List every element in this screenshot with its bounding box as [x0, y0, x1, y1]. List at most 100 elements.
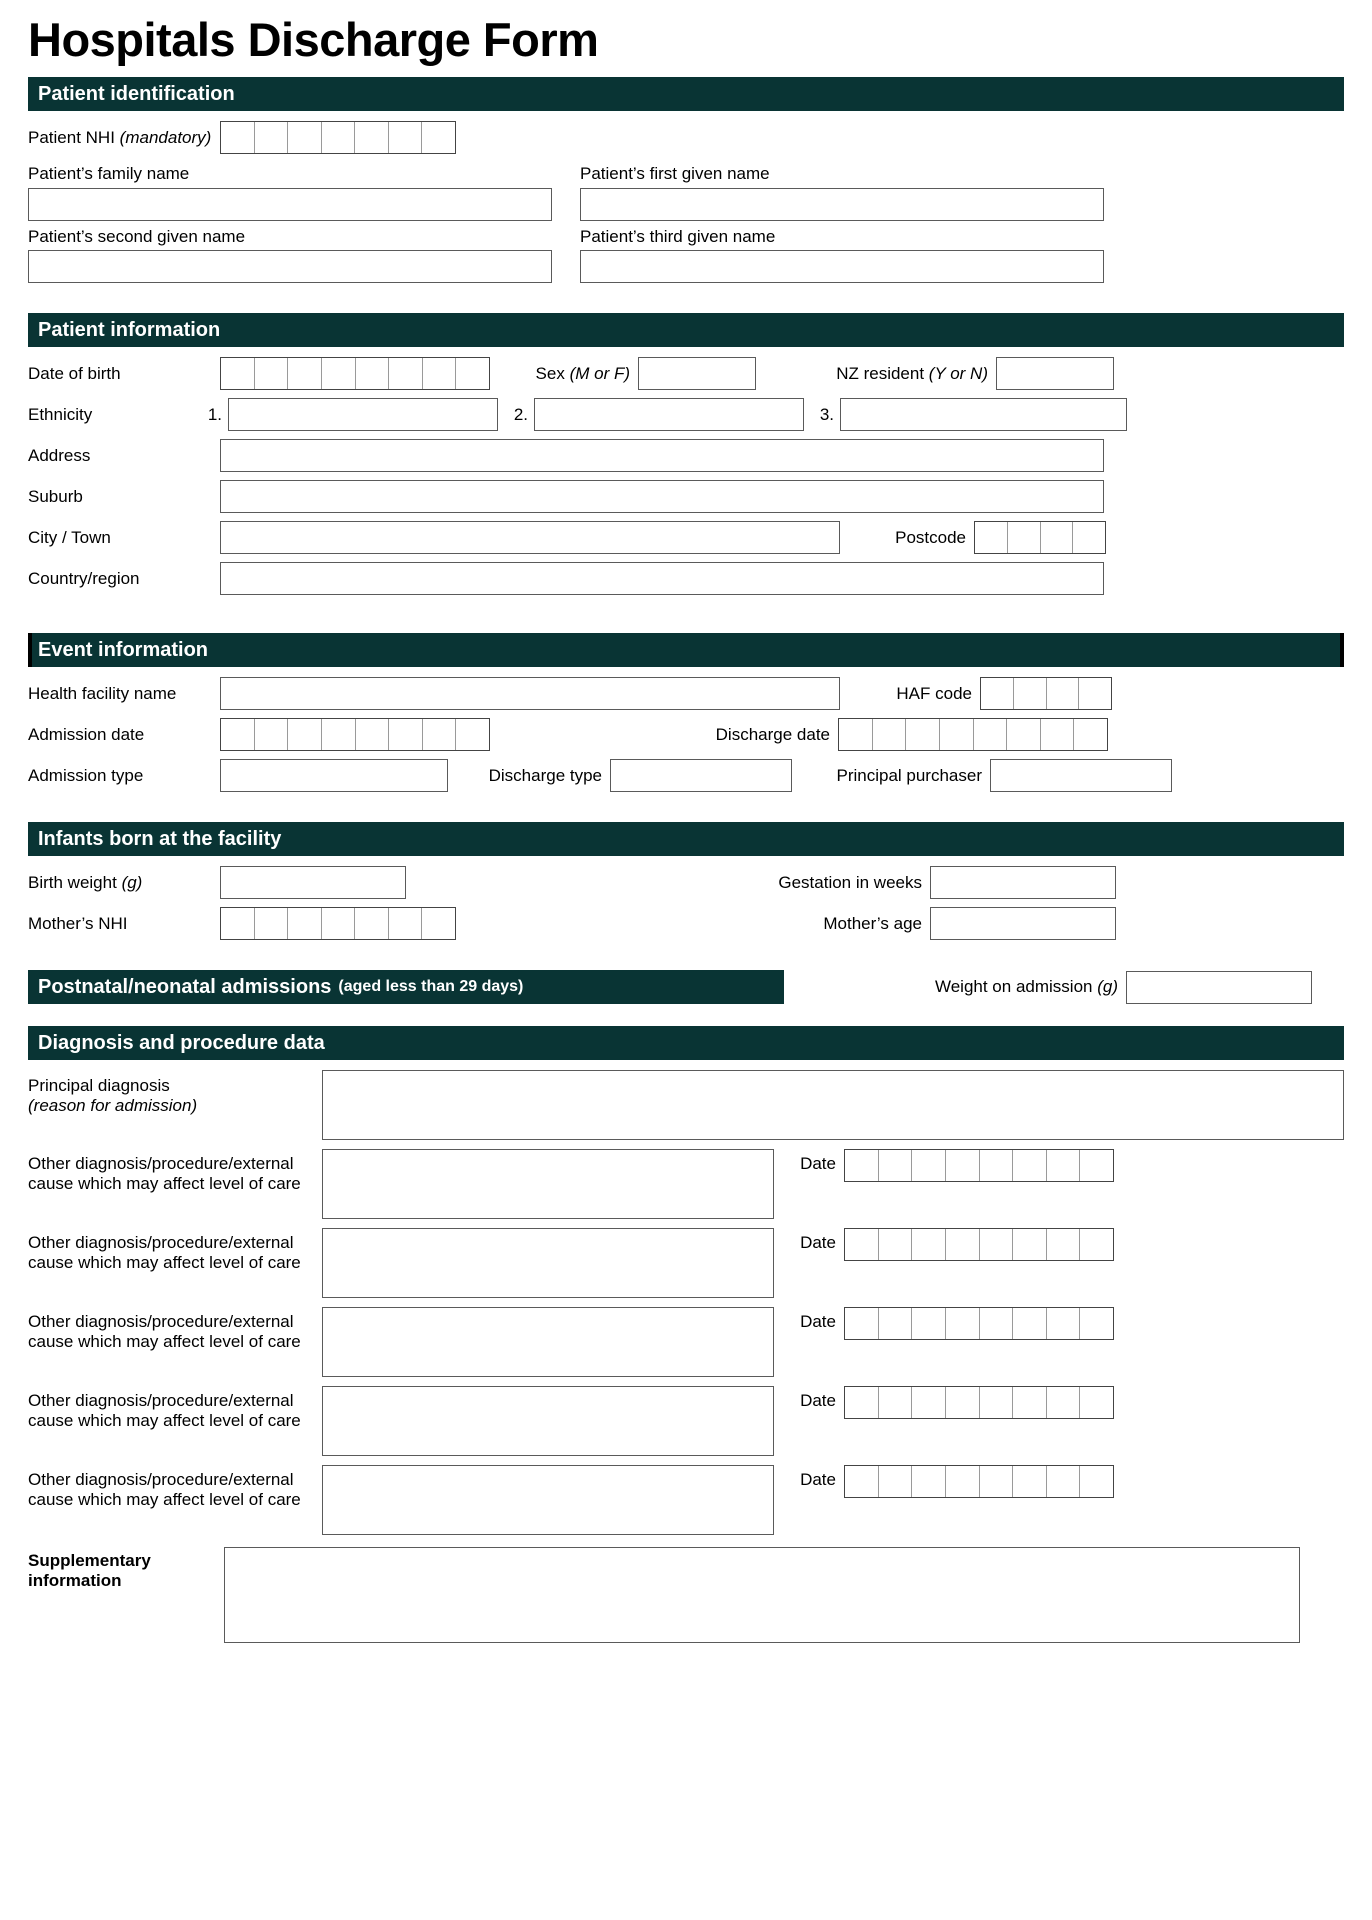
- diagnosis-date-cell[interactable]: [1080, 1229, 1113, 1260]
- diagnosis-date-cell[interactable]: [845, 1387, 879, 1419]
- discharge-date-cell[interactable]: [1007, 719, 1041, 751]
- diagnosis-date-cell[interactable]: [946, 1466, 980, 1498]
- diagnosis-date-cell[interactable]: [912, 1229, 946, 1261]
- dob-cell[interactable]: [389, 358, 423, 390]
- mothers-nhi-cell[interactable]: [322, 908, 356, 940]
- input-discharge-type[interactable]: [610, 759, 792, 793]
- admission-date-cell[interactable]: [423, 719, 457, 751]
- diagnosis-date-cell[interactable]: [879, 1466, 913, 1498]
- discharge-date-cell[interactable]: [974, 719, 1008, 751]
- diagnosis-date-cell[interactable]: [1047, 1308, 1081, 1340]
- input-other-diagnosis-date[interactable]: [844, 1386, 1114, 1420]
- input-weight-on-admission[interactable]: [1126, 970, 1312, 1004]
- admission-date-cell[interactable]: [288, 719, 322, 751]
- postcode-cell[interactable]: [1041, 522, 1074, 554]
- input-health-facility-name[interactable]: [220, 677, 840, 711]
- haf-cell[interactable]: [981, 678, 1014, 710]
- input-admission-date[interactable]: [220, 718, 490, 752]
- dob-cell[interactable]: [322, 358, 356, 390]
- discharge-date-cell[interactable]: [1041, 719, 1075, 751]
- admission-date-cell[interactable]: [322, 719, 356, 751]
- diagnosis-date-cell[interactable]: [980, 1387, 1014, 1419]
- input-second-given-name[interactable]: [28, 250, 552, 284]
- input-nz-resident[interactable]: [996, 357, 1114, 391]
- diagnosis-date-cell[interactable]: [1047, 1229, 1081, 1261]
- nhi-cell[interactable]: [221, 122, 255, 153]
- diagnosis-date-cell[interactable]: [1013, 1387, 1047, 1419]
- diagnosis-date-cell[interactable]: [1080, 1150, 1113, 1181]
- diagnosis-date-cell[interactable]: [912, 1308, 946, 1340]
- nhi-cell[interactable]: [355, 122, 389, 153]
- postcode-cell[interactable]: [1073, 522, 1105, 553]
- input-suburb[interactable]: [220, 480, 1104, 514]
- diagnosis-date-cell[interactable]: [912, 1466, 946, 1498]
- input-postcode[interactable]: [974, 521, 1106, 555]
- discharge-date-cell[interactable]: [839, 719, 873, 751]
- haf-cell[interactable]: [1047, 678, 1080, 710]
- input-principal-diagnosis[interactable]: [322, 1070, 1344, 1141]
- input-address[interactable]: [220, 439, 1104, 473]
- diagnosis-date-cell[interactable]: [845, 1466, 879, 1498]
- diagnosis-date-cell[interactable]: [879, 1229, 913, 1261]
- diagnosis-date-cell[interactable]: [879, 1150, 913, 1182]
- diagnosis-date-cell[interactable]: [912, 1387, 946, 1419]
- input-discharge-date[interactable]: [838, 718, 1108, 752]
- dob-cell[interactable]: [288, 358, 322, 390]
- nhi-cell[interactable]: [255, 122, 289, 153]
- input-birth-weight[interactable]: [220, 866, 406, 900]
- input-ethnicity-2[interactable]: [534, 398, 804, 432]
- input-other-diagnosis[interactable]: [322, 1307, 774, 1378]
- mothers-nhi-cell[interactable]: [422, 908, 455, 939]
- diagnosis-date-cell[interactable]: [1013, 1466, 1047, 1498]
- diagnosis-date-cell[interactable]: [980, 1229, 1014, 1261]
- input-date-of-birth[interactable]: [220, 357, 490, 391]
- diagnosis-date-cell[interactable]: [845, 1229, 879, 1261]
- admission-date-cell[interactable]: [221, 719, 255, 751]
- diagnosis-date-cell[interactable]: [845, 1150, 879, 1182]
- diagnosis-date-cell[interactable]: [980, 1308, 1014, 1340]
- diagnosis-date-cell[interactable]: [1080, 1466, 1113, 1497]
- diagnosis-date-cell[interactable]: [1013, 1229, 1047, 1261]
- input-haf-code[interactable]: [980, 677, 1112, 711]
- diagnosis-date-cell[interactable]: [845, 1308, 879, 1340]
- input-other-diagnosis-date[interactable]: [844, 1149, 1114, 1183]
- input-principal-purchaser[interactable]: [990, 759, 1172, 793]
- input-other-diagnosis-date[interactable]: [844, 1307, 1114, 1341]
- diagnosis-date-cell[interactable]: [1047, 1466, 1081, 1498]
- diagnosis-date-cell[interactable]: [912, 1150, 946, 1182]
- admission-date-cell[interactable]: [255, 719, 289, 751]
- nhi-cell[interactable]: [389, 122, 423, 153]
- diagnosis-date-cell[interactable]: [1080, 1308, 1113, 1339]
- dob-cell[interactable]: [221, 358, 255, 390]
- input-family-name[interactable]: [28, 187, 552, 221]
- dob-cell[interactable]: [456, 358, 489, 389]
- diagnosis-date-cell[interactable]: [980, 1150, 1014, 1182]
- input-other-diagnosis-date[interactable]: [844, 1228, 1114, 1262]
- input-ethnicity-1[interactable]: [228, 398, 498, 432]
- input-gestation-in-weeks[interactable]: [930, 866, 1116, 900]
- diagnosis-date-cell[interactable]: [980, 1466, 1014, 1498]
- diagnosis-date-cell[interactable]: [946, 1387, 980, 1419]
- input-other-diagnosis[interactable]: [322, 1465, 774, 1536]
- discharge-date-cell[interactable]: [940, 719, 974, 751]
- nhi-cell[interactable]: [422, 122, 455, 153]
- diagnosis-date-cell[interactable]: [1047, 1150, 1081, 1182]
- discharge-date-cell[interactable]: [873, 719, 907, 751]
- dob-cell[interactable]: [356, 358, 390, 390]
- mothers-nhi-cell[interactable]: [355, 908, 389, 940]
- diagnosis-date-cell[interactable]: [1013, 1150, 1047, 1182]
- input-mothers-age[interactable]: [930, 907, 1116, 941]
- input-other-diagnosis[interactable]: [322, 1228, 774, 1299]
- input-sex[interactable]: [638, 357, 756, 391]
- mothers-nhi-cell[interactable]: [221, 908, 255, 940]
- mothers-nhi-cell[interactable]: [389, 908, 423, 940]
- input-country-region[interactable]: [220, 562, 1104, 596]
- discharge-date-cell[interactable]: [906, 719, 940, 751]
- diagnosis-date-cell[interactable]: [879, 1387, 913, 1419]
- postcode-cell[interactable]: [975, 522, 1008, 554]
- diagnosis-date-cell[interactable]: [946, 1229, 980, 1261]
- mothers-nhi-cell[interactable]: [288, 908, 322, 940]
- input-third-given-name[interactable]: [580, 250, 1104, 284]
- nhi-cell[interactable]: [288, 122, 322, 153]
- postcode-cell[interactable]: [1008, 522, 1041, 554]
